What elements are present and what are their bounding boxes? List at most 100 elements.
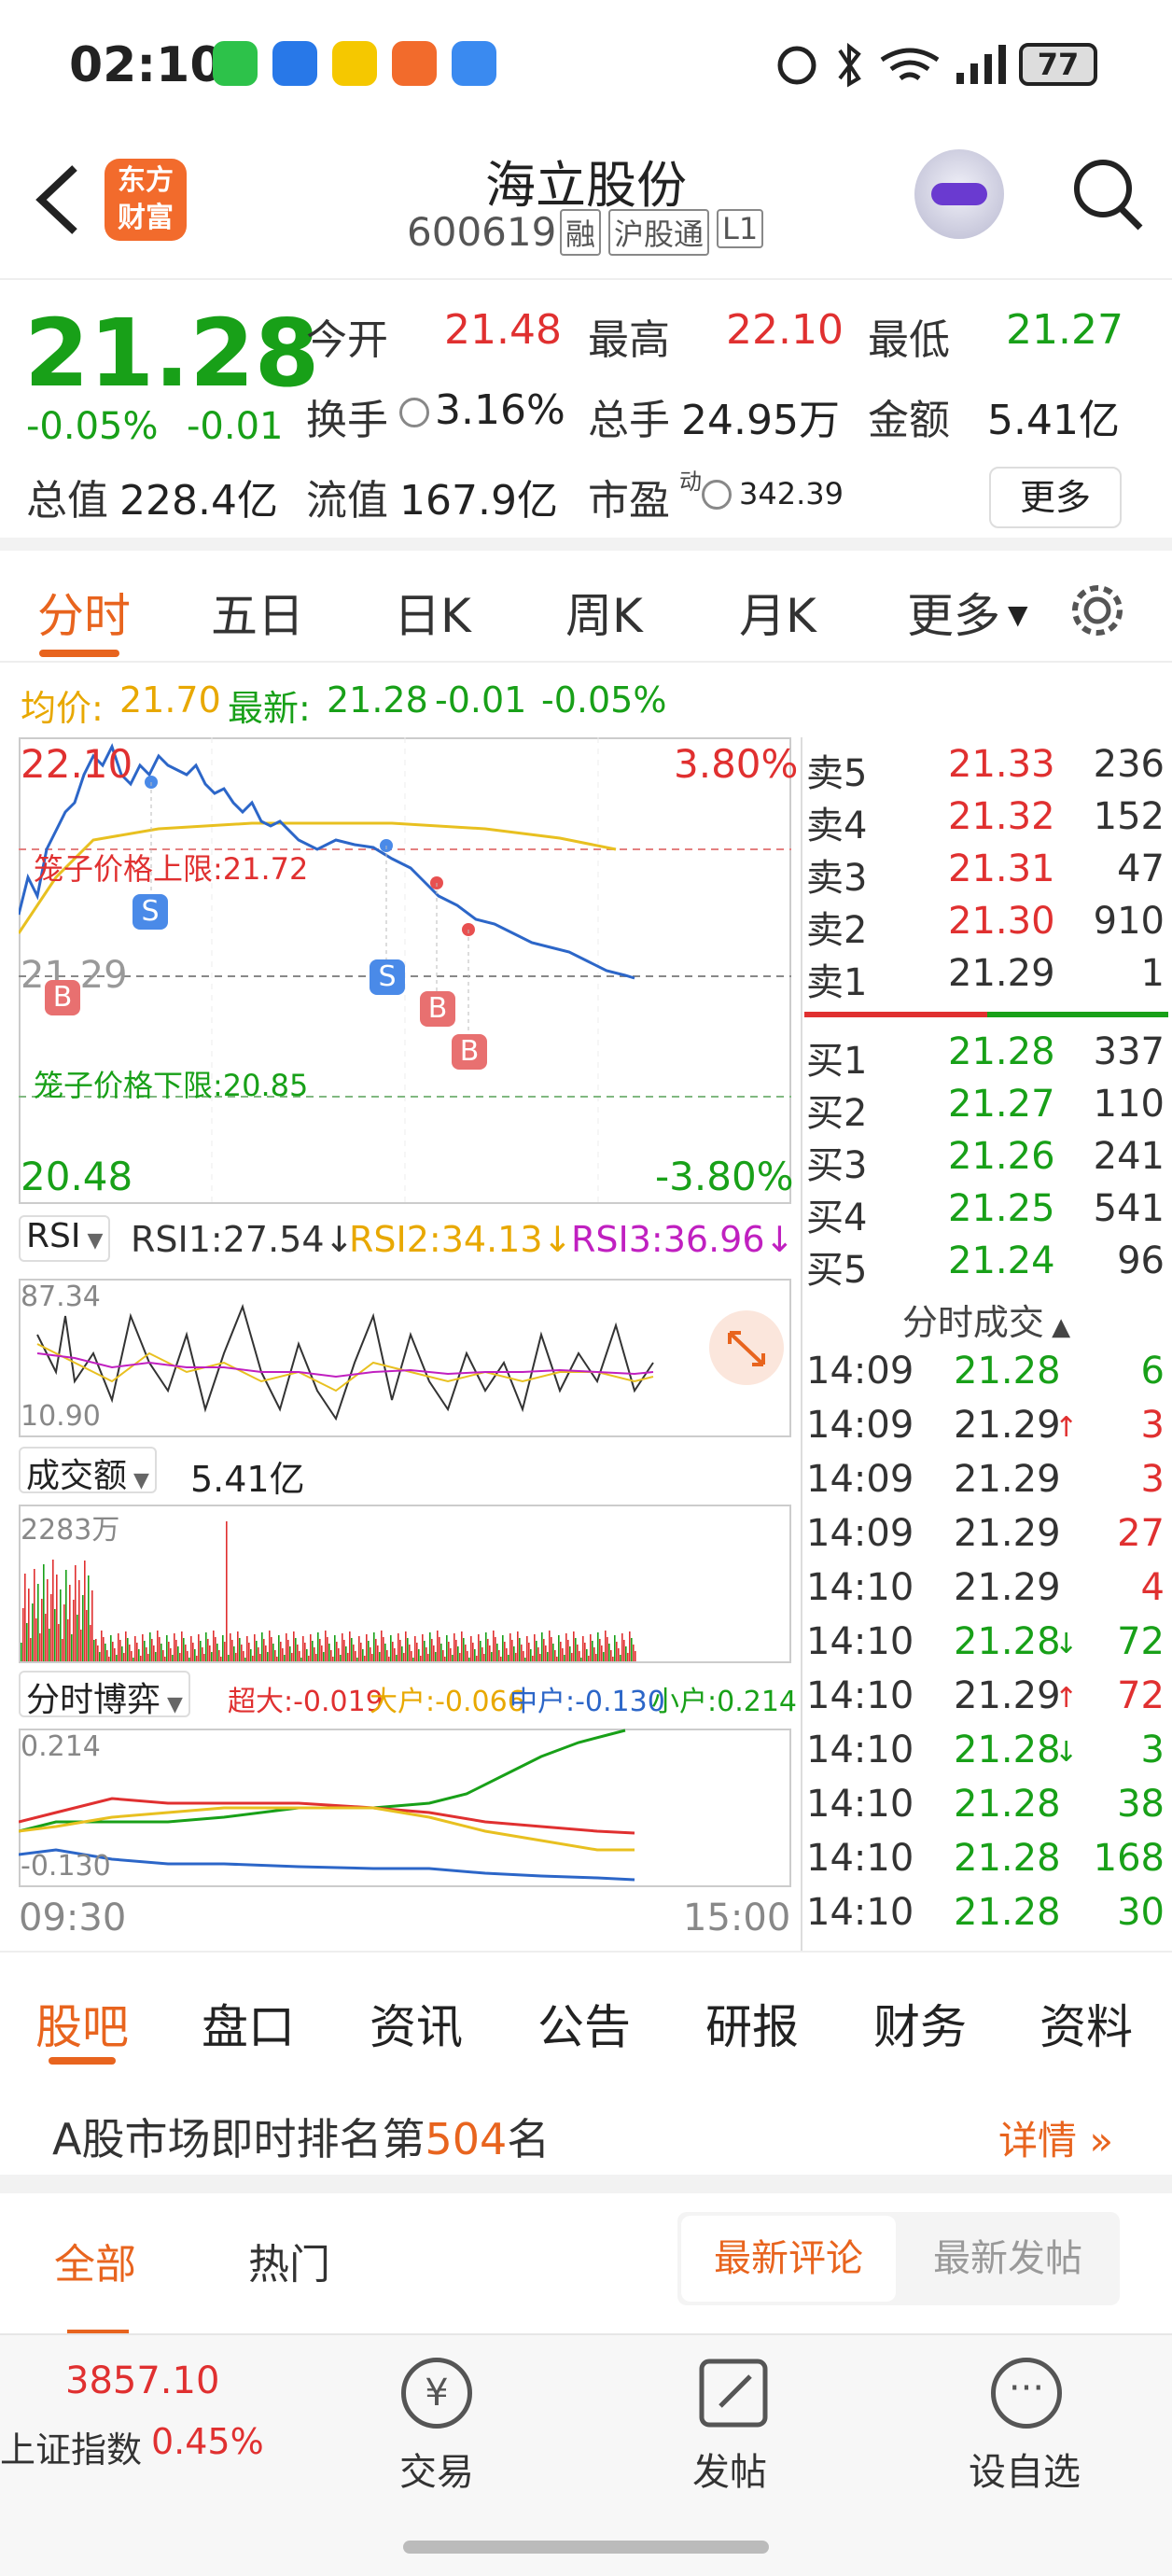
rsi-selector[interactable]: RSI ▼ [19, 1215, 111, 1262]
ask-row[interactable]: 卖2 21.30 910 [801, 900, 1172, 952]
sort-latest-post[interactable]: 最新发帖 [900, 2216, 1116, 2302]
volume-bar [300, 1658, 302, 1661]
bid-row[interactable]: 买5 21.24 96 [801, 1239, 1172, 1292]
tab-all[interactable]: 全部 [54, 2231, 136, 2290]
rank-detail-link[interactable]: 详情 » [998, 2109, 1113, 2166]
volume-bar [192, 1643, 194, 1661]
index-name[interactable]: 上证指数 [0, 2421, 142, 2472]
tab-more[interactable]: 更多 [907, 579, 1000, 646]
bid-row[interactable]: 买2 21.27 110 [801, 1083, 1172, 1135]
tab-forum[interactable]: 股吧 [35, 1990, 129, 2057]
tab-five-day[interactable]: 五日 [211, 579, 304, 646]
volume-bar [75, 1565, 77, 1661]
volume-bar [272, 1644, 274, 1661]
buy-marker[interactable]: B [45, 980, 80, 1015]
tab-intraday[interactable]: 分时 [37, 579, 131, 646]
ask-row[interactable]: 卖4 21.32 152 [801, 795, 1172, 847]
bid-row[interactable]: 买1 21.28 337 [801, 1030, 1172, 1083]
sell-marker[interactable]: S [133, 894, 168, 930]
trade-row: 14:09 21.29 ↑ 3 [801, 1404, 1172, 1456]
volume-bar [390, 1635, 392, 1661]
ask-row[interactable]: 卖3 21.31 47 [801, 847, 1172, 900]
high-label: 最高 [588, 316, 670, 364]
volume-bar [524, 1658, 526, 1661]
volume-bar [468, 1658, 470, 1661]
volume-bar [487, 1639, 489, 1661]
volume-bar [166, 1635, 168, 1661]
tab-finance[interactable]: 财务 [873, 1990, 967, 2057]
bid-price: 21.24 [948, 1239, 1055, 1282]
volume-bar [597, 1632, 599, 1661]
bid-row[interactable]: 买3 21.26 241 [801, 1135, 1172, 1187]
volume-bar [368, 1641, 370, 1661]
badge-level: L1 [717, 209, 764, 248]
volume-bar [108, 1657, 110, 1661]
volume-total: 5.41亿 [190, 1459, 305, 1500]
ask-row[interactable]: 卖1 21.29 1 [801, 952, 1172, 1004]
tab-monthly-k[interactable]: 月K [739, 579, 816, 646]
trade-direction-icon: ↓ [1054, 1628, 1079, 1660]
volume-bar [556, 1657, 558, 1661]
trade-row: 14:10 21.28 38 [801, 1783, 1172, 1835]
info-icon[interactable] [702, 480, 732, 510]
bid-level: 买4 [806, 1197, 868, 1239]
trade-icon[interactable]: ¥ [401, 2358, 472, 2429]
sort-latest-comment[interactable]: 最新评论 [681, 2216, 896, 2302]
tab-announcements[interactable]: 公告 [537, 1990, 631, 2057]
price-chart[interactable] [19, 737, 791, 1204]
volume-bar [584, 1643, 586, 1661]
post-label[interactable]: 发帖 [692, 2442, 767, 2496]
volume-bar [295, 1638, 297, 1661]
sell-marker[interactable]: S [370, 959, 405, 995]
app-icon [272, 41, 317, 86]
tab-orderbook[interactable]: 盘口 [202, 1990, 295, 2057]
ask-volume: 47 [1117, 847, 1165, 890]
trade-row: 14:09 21.28 6 [801, 1350, 1172, 1402]
trades-title[interactable]: 分时成交 ▲ [801, 1294, 1172, 1345]
trade-volume: 72 [1117, 1674, 1165, 1717]
volume-bar [595, 1654, 597, 1661]
ask-row[interactable]: 卖5 21.33 236 [801, 743, 1172, 795]
gear-icon[interactable] [1067, 581, 1127, 640]
buy-marker[interactable]: B [452, 1034, 487, 1070]
rsi-chart[interactable] [19, 1279, 791, 1437]
watchlist-label[interactable]: 设自选 [969, 2442, 1081, 2496]
ask-volume: 236 [1093, 743, 1165, 786]
volume-chart[interactable] [19, 1505, 791, 1663]
volume-bar [174, 1633, 175, 1661]
buy-marker[interactable]: B [420, 991, 455, 1027]
volume-bar [545, 1645, 547, 1661]
tab-hot[interactable]: 热门 [248, 2231, 330, 2290]
volume-bar [439, 1637, 440, 1661]
search-icon[interactable] [1071, 155, 1146, 239]
more-button[interactable]: 更多 [989, 467, 1122, 528]
game-selector[interactable]: 分时博弈 ▼ [19, 1671, 190, 1719]
cage-lower-label: 笼子价格下限:20.85 [34, 1068, 309, 1103]
game-chart[interactable] [19, 1729, 791, 1887]
ask-level: 卖4 [806, 805, 868, 847]
trade-time: 14:10 [806, 1620, 914, 1663]
tab-news[interactable]: 资讯 [370, 1990, 463, 2057]
market-rank-banner[interactable]: A股市场即时排名第504名 详情 » [0, 2072, 1172, 2193]
trade-price: 21.29 [954, 1566, 1061, 1609]
volume-bar [560, 1642, 562, 1661]
index-value[interactable]: 3857.10 [65, 2359, 219, 2402]
volume-bar [84, 1561, 86, 1661]
volume-bar [116, 1655, 118, 1661]
bid-row[interactable]: 买4 21.25 541 [801, 1187, 1172, 1239]
edit-icon[interactable] [698, 2358, 769, 2429]
assistant-robot-icon[interactable] [914, 149, 1004, 239]
volume-bar [351, 1638, 353, 1661]
more-dots-icon[interactable]: ··· [991, 2358, 1062, 2429]
volume-selector[interactable]: 成交额 ▼ [19, 1447, 157, 1495]
bid-volume: 541 [1093, 1187, 1165, 1230]
bid-volume: 337 [1093, 1030, 1165, 1073]
info-icon[interactable] [399, 398, 429, 427]
tab-weekly-k[interactable]: 周K [565, 579, 643, 646]
volume-bar [461, 1631, 463, 1661]
trade-label[interactable]: 交易 [399, 2442, 474, 2496]
volume-bar [233, 1646, 235, 1661]
tab-profile[interactable]: 资料 [1039, 1990, 1133, 2057]
tab-daily-k[interactable]: 日K [394, 579, 471, 646]
tab-research[interactable]: 研报 [705, 1990, 799, 2057]
